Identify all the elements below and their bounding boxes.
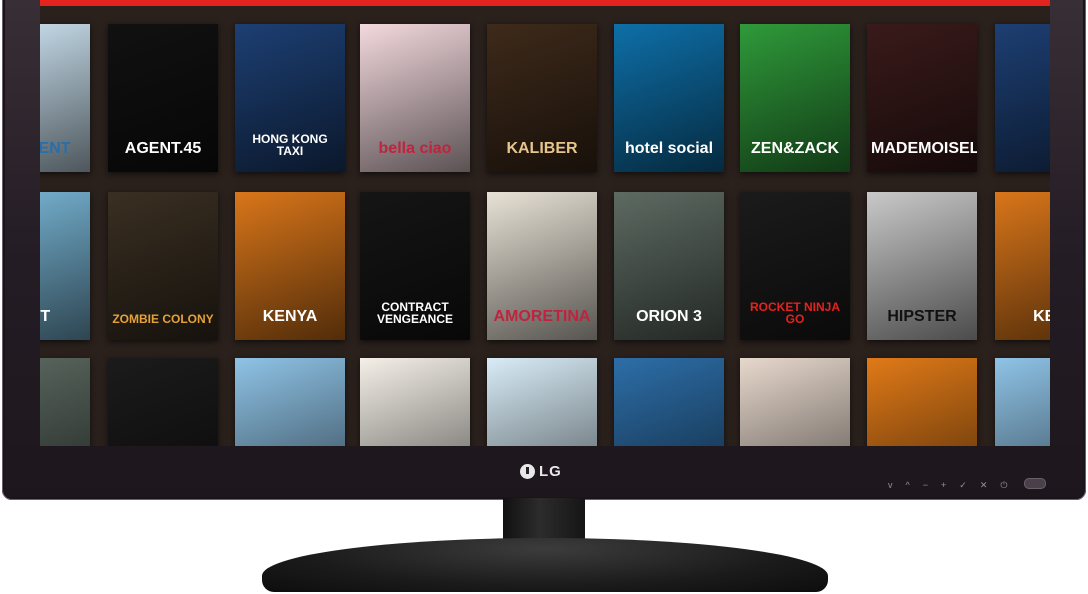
tv-control-button[interactable]: ^ [906,480,910,491]
movie-poster[interactable]: ROCKET NINJA GO [740,192,850,340]
lg-logo: LG [520,463,562,480]
movie-poster[interactable]: HIPSTER [867,192,977,340]
movie-poster-title: MADEMOISELLE [871,140,977,158]
movie-poster-title: KALIBER [506,140,578,158]
poster-row-2: LET ZOMBIE COLONY KENYA CONTRACT VENGEANCE A… [40,192,1050,342]
movie-poster-title: HIPSTER [887,308,957,326]
movie-poster[interactable]: ZOMBIE COLONY [108,192,218,340]
tv-screen: NGE ENT AGENT.45 HONG KONG TAXI bella ciao K… [40,0,1050,446]
poster-row-3: ON 3 OPIUMEXCHANGE STUDENTJUILLETMOD FEMd… [40,358,1050,446]
movie-poster[interactable]: JUILLET [614,358,724,446]
movie-poster[interactable]: AMORETINA [487,192,597,340]
movie-poster-title: LET [40,308,51,326]
tv-control-button[interactable]: ✕ [980,480,988,491]
lg-emblem-icon [520,464,535,479]
movie-poster[interactable]: KEN [995,192,1050,340]
tv-control-button[interactable]: v [888,480,893,491]
tv-control-button[interactable]: − [923,480,928,491]
movie-poster-title: ORION 3 [636,308,702,326]
movie-poster[interactable]: KALIBER [487,24,597,172]
movie-poster[interactable]: hotel social [614,24,724,172]
poster-row-1: NGE ENT AGENT.45 HONG KONG TAXI bella ciao K… [40,24,1050,174]
movie-poster-title: ZEN&ZACK [751,140,839,158]
movie-poster-title: AGENT.45 [124,140,202,158]
movie-poster-title: KEN [1033,308,1050,326]
movie-poster[interactable]: ON 3 [40,358,90,446]
power-indicator[interactable] [1024,478,1046,489]
movie-poster[interactable]: CONTRACT VENGEANCE [360,192,470,340]
movie-poster[interactable]: KENYA [235,192,345,340]
lg-logo-text: LG [539,463,562,480]
movie-poster[interactable]: EXCHANGE STUDENT [487,358,597,446]
movie-poster[interactable]: LET [40,192,90,340]
tv-control-button[interactable]: ⏻ [1000,480,1007,491]
movie-poster[interactable]: ORION 3 [614,192,724,340]
movie-poster[interactable]: AGENT.45 [108,24,218,172]
movie-poster-title: ZOMBIE COLONY [112,312,214,327]
movie-poster-title: bella ciao [378,140,452,158]
movie-poster[interactable] [995,358,1050,446]
movie-poster[interactable]: HONG KONG TAXI [235,24,345,172]
accent-bar [40,0,1050,6]
tv-control-button[interactable]: ✓ [959,480,967,491]
movie-poster-title: AMORETINA [493,308,591,326]
movie-poster[interactable] [108,358,218,446]
movie-poster-title: hotel social [624,140,714,158]
movie-poster-title: KENYA [262,308,318,326]
movie-poster[interactable] [995,24,1050,172]
tv-control-button[interactable]: + [941,480,946,491]
movie-poster[interactable]: MADEMOISELLE [867,24,977,172]
movie-poster-title: NGE ENT [40,140,71,158]
stand-base [262,538,828,592]
movie-poster[interactable]: ZEN&ZACK [740,24,850,172]
movie-poster[interactable] [235,358,345,446]
movie-poster[interactable]: NGE ENT [40,24,90,172]
movie-poster[interactable]: dharma yoga [867,358,977,446]
movie-poster-title: ROCKET NINJA GO [749,299,840,327]
front-controls: v ^ − + ✓ ✕ ⏻ [888,480,1007,491]
movie-poster[interactable]: MOD FEM [740,358,850,446]
movie-poster[interactable]: OPIUM [360,358,470,446]
movie-poster-title: HONG KONG TAXI [252,131,328,159]
movie-poster[interactable]: bella ciao [360,24,470,172]
movie-poster-title: CONTRACT VENGEANCE [376,299,453,327]
tv-set: NGE ENT AGENT.45 HONG KONG TAXI bella ciao K… [0,0,1088,594]
